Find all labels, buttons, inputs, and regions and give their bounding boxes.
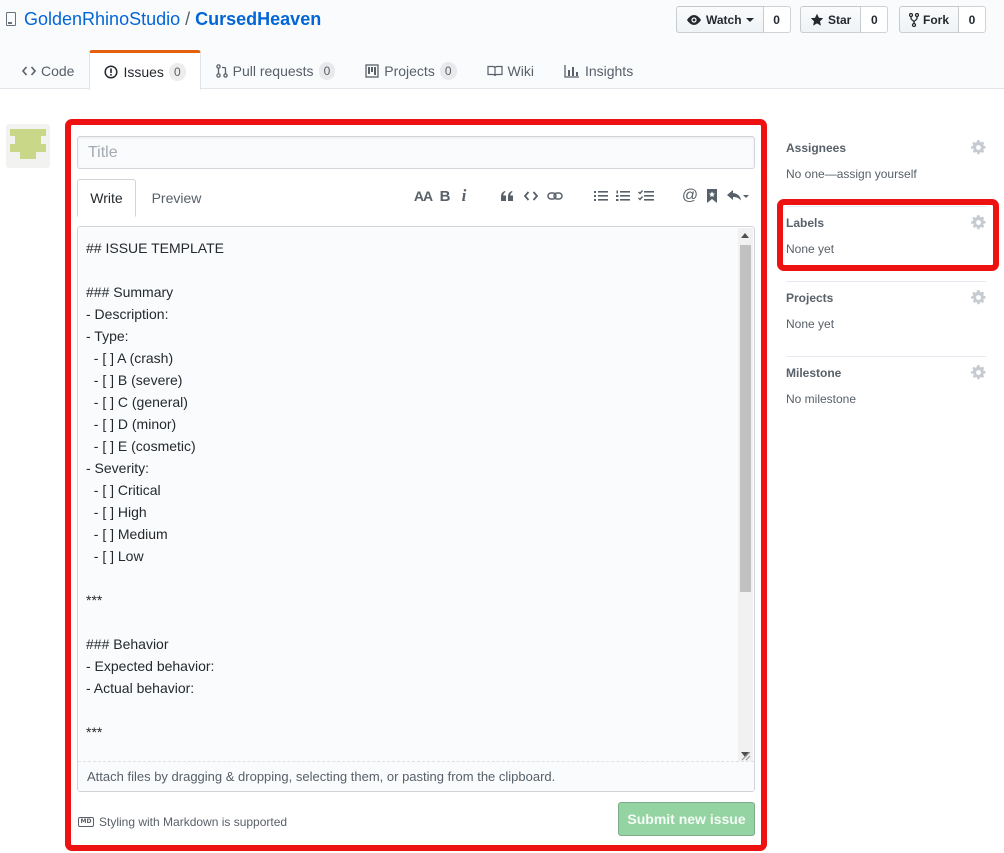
- issue-opened-icon: [104, 64, 119, 79]
- editor-scrollbar[interactable]: [738, 228, 753, 762]
- git-pull-request-icon: [215, 64, 228, 78]
- star-label: Star: [828, 12, 852, 27]
- markdown-support-note[interactable]: MD Styling with Markdown is supported: [78, 814, 287, 830]
- avatar[interactable]: [6, 124, 50, 168]
- new-issue-form: Write Preview AA B i @ ## ISSUE TEMPLATE…: [70, 126, 764, 849]
- fork-count[interactable]: 0: [959, 6, 987, 33]
- eye-icon: [687, 14, 701, 25]
- tab-preview[interactable]: Preview: [140, 179, 213, 217]
- tab-wiki-label: Wiki: [507, 63, 534, 79]
- star-action: Star 0: [800, 6, 889, 33]
- issue-body-textarea[interactable]: ## ISSUE TEMPLATE ### Summary - Descript…: [79, 228, 739, 762]
- sidebar-labels: Labels None yet: [786, 207, 986, 282]
- sidebar-milestone: Milestone No milestone: [786, 357, 986, 432]
- repo-nav-tabs: Code Issues 0 Pull requests 0 Projects 0…: [0, 50, 648, 90]
- tab-code-label: Code: [41, 63, 75, 79]
- code-icon: [524, 191, 538, 201]
- tab-issues[interactable]: Issues 0: [89, 50, 201, 90]
- repo-name-link[interactable]: CursedHeaven: [195, 8, 321, 30]
- reply-icon: [727, 190, 749, 201]
- bookmark-icon: [707, 189, 717, 203]
- bold-button[interactable]: B: [436, 184, 454, 208]
- tab-issues-counter: 0: [168, 62, 186, 81]
- file-attach-area[interactable]: Attach files by dragging & dropping, sel…: [78, 761, 754, 791]
- link-button[interactable]: [544, 184, 566, 208]
- fork-button[interactable]: Fork: [899, 6, 960, 33]
- scroll-thumb[interactable]: [740, 245, 751, 592]
- italic-button[interactable]: i: [456, 184, 472, 208]
- submit-new-issue-button[interactable]: Submit new issue: [618, 802, 755, 836]
- fork-label: Fork: [923, 12, 950, 27]
- markdown-note-text: Styling with Markdown is supported: [99, 815, 288, 829]
- projects-heading[interactable]: Projects: [786, 291, 833, 305]
- code-icon: [22, 66, 36, 76]
- tab-code[interactable]: Code: [7, 50, 89, 89]
- graph-icon: [564, 65, 579, 78]
- tab-pull-requests[interactable]: Pull requests 0: [201, 50, 351, 89]
- tab-projects[interactable]: Projects 0: [350, 50, 471, 89]
- milestone-value: No milestone: [786, 392, 857, 406]
- project-icon: [365, 64, 379, 78]
- list-ordered-icon: [616, 190, 630, 201]
- link-icon: [547, 192, 563, 200]
- issue-title-input[interactable]: [77, 136, 755, 169]
- tab-pull-requests-counter: 0: [318, 62, 336, 80]
- projects-value: None yet: [786, 317, 835, 331]
- repo-title: GoldenRhinoStudio / CursedHeaven: [6, 8, 321, 30]
- repo-forked-icon: [909, 12, 919, 27]
- repo-icon: [6, 12, 16, 26]
- gear-icon[interactable]: [971, 290, 986, 305]
- repo-header: GoldenRhinoStudio / CursedHeaven Watch 0…: [0, 0, 1004, 90]
- tab-wiki[interactable]: Wiki: [472, 50, 549, 89]
- quote-button[interactable]: [497, 184, 517, 208]
- milestone-heading[interactable]: Milestone: [786, 366, 841, 380]
- tab-insights[interactable]: Insights: [549, 50, 648, 89]
- header-text-button[interactable]: AA: [412, 184, 434, 208]
- labels-value: None yet: [786, 242, 835, 256]
- sidebar-assignees: Assignees No one—assign yourself: [786, 132, 986, 207]
- reply-dropdown-button[interactable]: [725, 184, 751, 208]
- watch-count[interactable]: 0: [763, 6, 791, 33]
- attach-hint: Attach files by dragging & dropping, sel…: [87, 769, 556, 784]
- star-button[interactable]: Star: [800, 6, 862, 33]
- tab-insights-label: Insights: [584, 63, 634, 79]
- tab-issues-label: Issues: [123, 63, 164, 80]
- issue-body-editor: ## ISSUE TEMPLATE ### Summary - Descript…: [77, 226, 755, 792]
- list-unordered-icon: [594, 191, 608, 201]
- tab-pull-requests-label: Pull requests: [232, 63, 314, 79]
- markdown-icon: MD: [78, 817, 94, 827]
- gear-icon[interactable]: [971, 140, 986, 155]
- watch-label: Watch: [706, 12, 742, 27]
- unordered-list-button[interactable]: [591, 184, 611, 208]
- star-icon: [810, 13, 824, 26]
- resize-grip-icon[interactable]: [741, 751, 751, 761]
- fork-action: Fork 0: [899, 6, 987, 33]
- sidebar-projects: Projects None yet: [786, 282, 986, 357]
- quote-icon: [501, 191, 513, 201]
- watch-button[interactable]: Watch: [676, 6, 764, 33]
- scroll-up-icon[interactable]: [741, 233, 749, 238]
- chevron-down-icon: [745, 17, 754, 22]
- gear-icon[interactable]: [971, 365, 986, 380]
- tasklist-icon: [638, 190, 654, 201]
- saved-reply-button[interactable]: [702, 184, 722, 208]
- task-list-button[interactable]: [635, 184, 657, 208]
- ordered-list-button[interactable]: [613, 184, 633, 208]
- watch-action: Watch 0: [676, 6, 791, 33]
- assignees-value[interactable]: No one—assign yourself: [786, 167, 917, 181]
- issue-sidebar: Assignees No one—assign yourself Labels …: [786, 132, 986, 432]
- tab-projects-counter: 0: [439, 62, 457, 80]
- star-count[interactable]: 0: [861, 6, 889, 33]
- repo-title-separator: /: [185, 9, 191, 29]
- labels-heading[interactable]: Labels: [786, 216, 824, 230]
- code-button[interactable]: [520, 184, 542, 208]
- gear-icon[interactable]: [971, 215, 986, 230]
- tab-projects-label: Projects: [384, 63, 435, 79]
- assignees-heading[interactable]: Assignees: [786, 141, 846, 155]
- mention-button[interactable]: @: [679, 184, 701, 208]
- book-icon: [486, 65, 503, 77]
- tab-write[interactable]: Write: [77, 179, 136, 217]
- repo-owner-link[interactable]: GoldenRhinoStudio: [24, 8, 180, 30]
